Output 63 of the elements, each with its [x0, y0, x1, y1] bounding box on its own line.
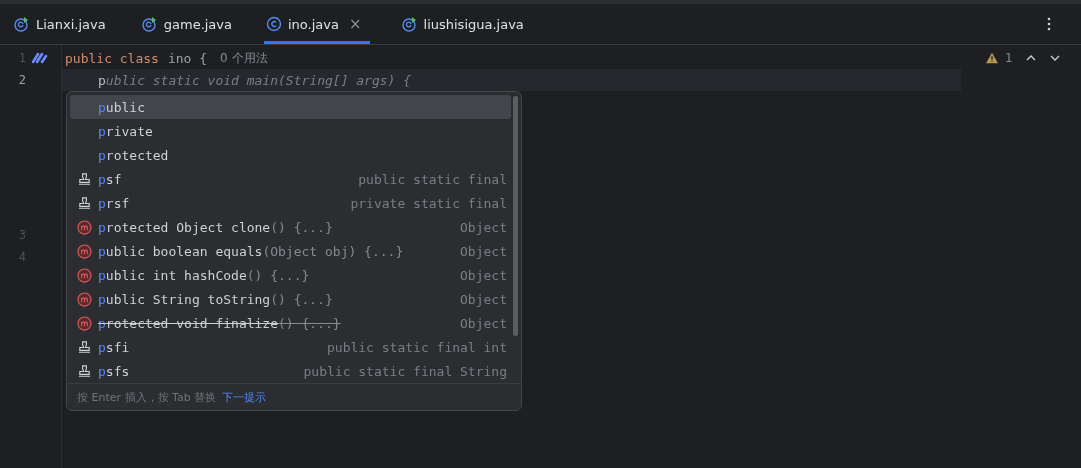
- completion-item[interactable]: psfs public static final String: [70, 359, 511, 383]
- runnable-class-icon: [14, 16, 30, 32]
- editor-tab[interactable]: liushisigua.java: [397, 4, 528, 44]
- scrollbar-thumb[interactable]: [513, 96, 518, 336]
- completion-item[interactable]: protected Object clone() {...} Object: [70, 215, 511, 239]
- stamp-icon: [76, 363, 92, 379]
- stamp-icon: [76, 339, 92, 355]
- completion-label: public boolean equals(Object obj) {...}: [98, 243, 404, 259]
- completion-label: public: [98, 99, 145, 115]
- completion-item[interactable]: psfi public static final int: [70, 335, 511, 359]
- close-tab-button[interactable]: ×: [348, 15, 362, 33]
- type-hint: Object: [460, 219, 507, 235]
- completion-item[interactable]: public int hashCode() {...} Object: [70, 263, 511, 287]
- completion-label: protected Object clone() {...}: [98, 219, 333, 235]
- next-tip-link[interactable]: 下一提示: [222, 389, 267, 405]
- code-line: public class ino {: [65, 50, 209, 66]
- type-hint: public static final: [358, 171, 507, 187]
- completion-label: protected void finalize() {...}: [98, 315, 341, 331]
- method-icon: [76, 291, 92, 307]
- editor-tab[interactable]: game.java: [137, 4, 236, 44]
- completion-label: private: [98, 123, 153, 139]
- chevron-up-icon[interactable]: [1024, 54, 1037, 62]
- chevron-down-icon[interactable]: [1048, 54, 1061, 62]
- class-icon: [266, 16, 282, 32]
- completion-item[interactable]: private: [70, 119, 511, 143]
- completion-item[interactable]: protected void finalize() {...} Object: [70, 311, 511, 335]
- editor-tab[interactable]: ino.java ×: [264, 4, 370, 44]
- completion-item[interactable]: protected: [70, 143, 511, 167]
- stamp-icon: [76, 171, 92, 187]
- code-line: public static void main(String[] args) {: [97, 72, 412, 88]
- usage-hint[interactable]: 0 个用法: [220, 49, 268, 67]
- type-hint: Object: [460, 243, 507, 259]
- warning-icon[interactable]: [985, 52, 999, 64]
- completion-label: psf: [98, 171, 122, 187]
- line-number: 2: [17, 73, 26, 87]
- completion-label: psfi: [98, 339, 130, 355]
- runnable-class-icon: [401, 16, 418, 32]
- completion-label: public int hashCode() {...}: [98, 267, 310, 283]
- completion-item[interactable]: public boolean equals(Object obj) {...} Object: [70, 239, 511, 263]
- popup-hint: 按 Enter 插入，按 Tab 替换: [77, 389, 217, 405]
- editor-tab[interactable]: Lianxi.java: [10, 4, 110, 44]
- type-hint: public static final String: [303, 363, 507, 379]
- method-icon: [76, 219, 92, 235]
- warning-count: 1: [1005, 51, 1013, 65]
- completion-item[interactable]: public String toString() {...} Object: [70, 287, 511, 311]
- type-hint: private static final: [350, 195, 507, 211]
- more-options-icon[interactable]: [1047, 17, 1051, 31]
- completion-label: protected: [98, 147, 169, 163]
- method-icon: [76, 315, 92, 331]
- completion-label: prsf: [98, 195, 130, 211]
- completion-label: public String toString() {...}: [98, 291, 333, 307]
- completion-item[interactable]: psf public static final: [70, 167, 511, 191]
- method-icon: [76, 243, 92, 259]
- runnable-class-icon: [141, 16, 158, 32]
- method-icon: [76, 267, 92, 283]
- completion-item[interactable]: prsf private static final: [70, 191, 511, 215]
- completion-item[interactable]: public: [70, 95, 511, 119]
- stamp-icon: [76, 195, 92, 211]
- type-hint: Object: [460, 291, 507, 307]
- type-hint: public static final int: [327, 339, 507, 355]
- completion-label: psfs: [98, 363, 130, 379]
- type-hint: Object: [460, 315, 507, 331]
- type-hint: Object: [460, 267, 507, 283]
